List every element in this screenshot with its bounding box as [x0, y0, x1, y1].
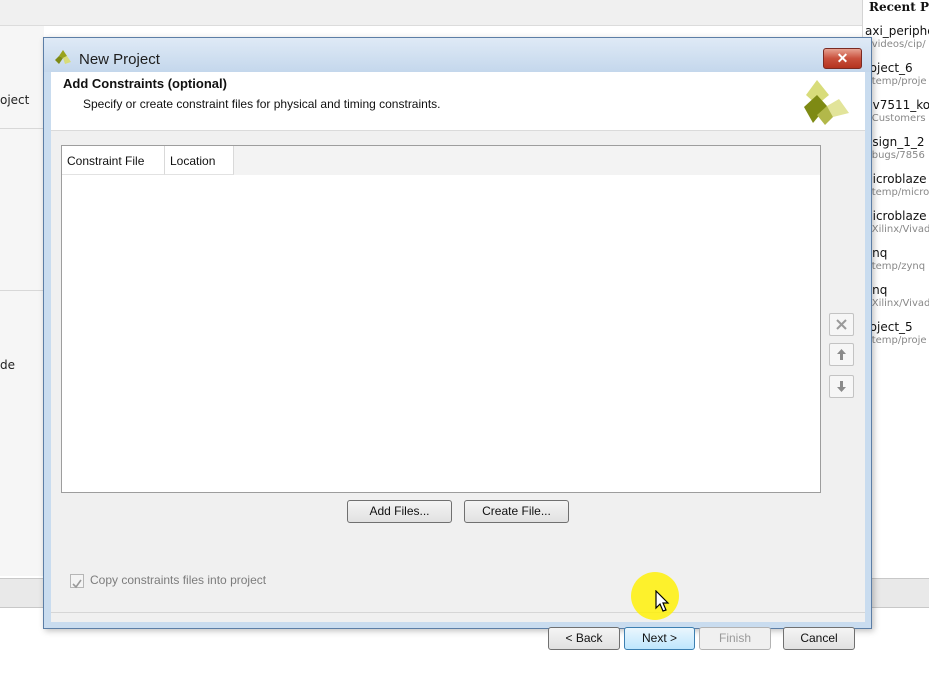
finish-button[interactable]: Finish [699, 627, 771, 650]
recent-project-name: nicroblaze [865, 172, 927, 186]
remove-icon [836, 319, 847, 330]
copy-constraints-label: Copy constraints files into project [90, 573, 267, 587]
new-project-dialog: New Project ✕ Add Constraints (optional)… [43, 37, 872, 650]
recent-project-path: :/Xilinx/Vivad [865, 298, 929, 309]
recent-project-path: :/bugs/7856 [865, 150, 925, 161]
recent-project-name: roject_6 [865, 61, 913, 75]
dialog-titlebar[interactable]: New Project ✕ [44, 38, 871, 72]
recent-project-path: :/temp/proje [865, 335, 927, 346]
column-header-constraint-file[interactable]: Constraint File [62, 146, 165, 175]
copy-constraints-checkbox[interactable] [70, 574, 84, 589]
column-header-location[interactable]: Location [165, 146, 234, 175]
background-left-label[interactable]: de [0, 358, 15, 372]
add-files-button[interactable]: Add Files... [347, 500, 452, 523]
recent-project-item[interactable]: roject_6 :/temp/proje [865, 61, 927, 88]
recent-project-name: nicroblaze [865, 209, 927, 223]
recent-project-item[interactable]: roject_5 :/temp/proje [865, 320, 927, 347]
create-file-button[interactable]: Create File... [464, 500, 569, 523]
vivado-logo-icon [804, 80, 849, 125]
recent-project-name: ynq [865, 246, 888, 260]
recent-project-path: :/Customers [865, 113, 926, 124]
constraints-table[interactable]: Constraint File Location [61, 145, 821, 493]
close-button[interactable]: ✕ [823, 48, 862, 69]
recent-project-item[interactable]: nicroblaze :/Xilinx/Vivad [865, 209, 929, 236]
vivado-app-icon [55, 50, 71, 64]
checkmark-icon [72, 579, 82, 589]
wizard-page-header: Add Constraints (optional) Specify or cr… [51, 72, 865, 131]
recent-project-path: :/temp/micro [865, 187, 929, 198]
mouse-cursor-icon [655, 590, 670, 612]
recent-project-item[interactable]: axi_periphe :/videos/cip/ [865, 24, 929, 51]
recent-project-name: dv7511_ko [865, 98, 929, 112]
page-title: Add Constraints (optional) [63, 76, 227, 91]
move-down-icon [837, 381, 846, 392]
recent-project-path: :/temp/zynq [865, 261, 926, 272]
background-left-panel [0, 26, 44, 576]
remove-file-button[interactable] [829, 313, 854, 336]
close-icon: ✕ [836, 50, 849, 66]
recent-project-item[interactable]: dv7511_ko :/Customers [865, 98, 929, 125]
recent-project-path: :/Xilinx/Vivad [865, 224, 929, 235]
next-button[interactable]: Next > [624, 627, 695, 650]
footer-divider [51, 612, 865, 613]
recent-project-item[interactable]: ynq :/Xilinx/Vivad [865, 283, 929, 310]
recent-project-item[interactable]: ynq :/temp/zynq [865, 246, 925, 273]
recent-projects-panel: Recent Pr axi_periphe :/videos/cip/ roje… [862, 0, 929, 578]
recent-project-item[interactable]: nicroblaze :/temp/micro [865, 172, 929, 199]
recent-project-name: roject_5 [865, 320, 913, 334]
recent-project-name: axi_periphe [865, 24, 929, 38]
table-header: Constraint File Location [62, 146, 820, 175]
page-description: Specify or create constraint files for p… [83, 97, 441, 111]
dialog-content: Add Constraints (optional) Specify or cr… [51, 72, 865, 650]
back-button[interactable]: < Back [548, 627, 620, 650]
move-down-button[interactable] [829, 375, 854, 398]
recent-project-path: :/temp/proje [865, 76, 927, 87]
recent-projects-heading: Recent Pr [869, 0, 929, 14]
recent-project-name: ynq [865, 283, 888, 297]
dialog-title: New Project [79, 51, 160, 68]
cancel-button[interactable]: Cancel [783, 627, 855, 650]
recent-project-item[interactable]: esign_1_2 :/bugs/7856 [865, 135, 925, 162]
move-up-button[interactable] [829, 343, 854, 366]
background-left-label[interactable]: oject [0, 93, 29, 107]
recent-project-path: :/videos/cip/ [865, 39, 926, 50]
recent-project-name: esign_1_2 [865, 135, 925, 149]
background-toolbar [0, 0, 862, 26]
background-divider [0, 290, 44, 291]
background-divider [0, 128, 44, 129]
screen: oject de Recent Pr axi_periphe :/videos/… [0, 0, 929, 674]
move-up-icon [837, 349, 846, 360]
